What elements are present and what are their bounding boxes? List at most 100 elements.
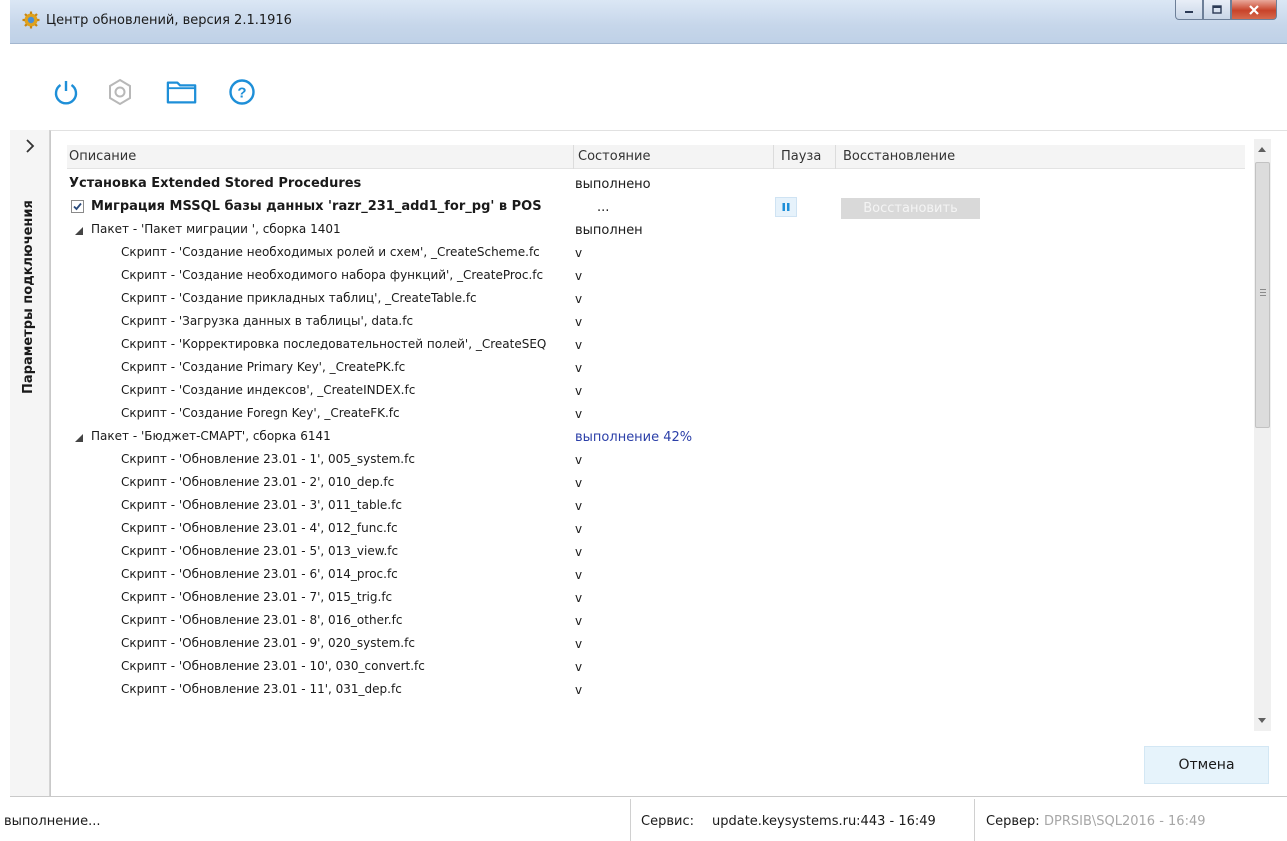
row-state: v xyxy=(575,591,583,605)
server-value: DPRSIB\SQL2016 - 16:49 xyxy=(1044,814,1206,829)
gear-icon xyxy=(109,78,131,106)
tree-row-script[interactable]: Скрипт - 'Обновление 23.01 - 11', 031_de… xyxy=(67,679,1245,702)
row-description: Скрипт - 'Создание индексов', _CreateIND… xyxy=(121,383,416,397)
migration-checkbox[interactable] xyxy=(71,200,84,213)
tree-row-script[interactable]: Скрипт - 'Обновление 23.01 - 3', 011_tab… xyxy=(67,495,1245,518)
row-description: Скрипт - 'Обновление 23.01 - 5', 013_vie… xyxy=(121,544,399,558)
row-description: Скрипт - 'Корректировка последовательнос… xyxy=(121,337,547,351)
connection-params-label: Параметры подключения xyxy=(21,200,36,394)
row-description: Скрипт - 'Создание прикладных таблиц', _… xyxy=(121,291,477,305)
tree-row-script[interactable]: Скрипт - 'Загрузка данных в таблицы', da… xyxy=(67,311,1245,334)
tree-row-package[interactable]: Пакет - 'Пакет миграции ', сборка 1401 в… xyxy=(67,219,1245,242)
status-separator xyxy=(974,799,975,841)
row-state: v xyxy=(575,384,583,398)
tree-row-task[interactable]: Установка Extended Stored Procedures вып… xyxy=(67,173,1245,196)
tree-row-script[interactable]: Скрипт - 'Обновление 23.01 - 4', 012_fun… xyxy=(67,518,1245,541)
row-description: Скрипт - 'Создание Foregn Key', _CreateF… xyxy=(121,406,400,420)
expand-triangle-icon[interactable] xyxy=(75,227,83,235)
scroll-up-arrow-icon[interactable] xyxy=(1258,147,1266,152)
row-state: v xyxy=(575,499,583,513)
tree-row-script[interactable]: Скрипт - 'Создание Foregn Key', _CreateF… xyxy=(67,403,1245,426)
tree-row-script[interactable]: Скрипт - 'Создание прикладных таблиц', _… xyxy=(67,288,1245,311)
row-state: выполнен xyxy=(575,223,643,238)
tree-row-script[interactable]: Скрипт - 'Обновление 23.01 - 6', 014_pro… xyxy=(67,564,1245,587)
scroll-down-arrow-icon[interactable] xyxy=(1258,718,1266,723)
power-icon[interactable] xyxy=(50,76,82,108)
main-content: Описание Состояние Пауза Восстановление … xyxy=(50,130,1287,796)
maximize-button[interactable] xyxy=(1203,0,1231,20)
minimize-button[interactable] xyxy=(1175,0,1203,20)
row-state: v xyxy=(575,476,583,490)
row-state-progress: выполнение 42% xyxy=(575,430,693,445)
row-description: Миграция MSSQL базы данных 'razr_231_add… xyxy=(91,199,542,214)
row-description: Скрипт - 'Обновление 23.01 - 2', 010_dep… xyxy=(121,475,395,489)
tree-row-script[interactable]: Скрипт - 'Корректировка последовательнос… xyxy=(67,334,1245,357)
cancel-button[interactable]: Отмена xyxy=(1144,746,1269,784)
help-icon[interactable]: ? xyxy=(226,76,258,108)
tree-row-script[interactable]: Скрипт - 'Создание индексов', _CreateIND… xyxy=(67,380,1245,403)
grid-header: Описание Состояние Пауза Восстановление xyxy=(67,145,1245,169)
tree-row-script[interactable]: Скрипт - 'Обновление 23.01 - 9', 020_sys… xyxy=(67,633,1245,656)
row-state: v xyxy=(575,522,583,536)
title-bar: Центр обновлений, версия 2.1.1916 xyxy=(10,0,1287,44)
tree-row-script[interactable]: Скрипт - 'Создание необходимого набора ф… xyxy=(67,265,1245,288)
row-description: Скрипт - 'Обновление 23.01 - 9', 020_sys… xyxy=(121,636,415,650)
checkmark-icon xyxy=(73,202,82,211)
row-state: v xyxy=(575,683,583,697)
connection-params-panel[interactable]: Параметры подключения xyxy=(10,130,50,796)
settings-gear-icon[interactable] xyxy=(104,76,136,108)
service-label: Сервис: xyxy=(641,814,694,829)
column-state[interactable]: Состояние xyxy=(578,149,650,164)
column-separator xyxy=(573,145,574,169)
tree-row-script[interactable]: Скрипт - 'Обновление 23.01 - 7', 015_tri… xyxy=(67,587,1245,610)
close-button[interactable] xyxy=(1231,0,1277,20)
row-description: Скрипт - 'Обновление 23.01 - 3', 011_tab… xyxy=(121,498,402,512)
row-state: v xyxy=(575,246,583,260)
tree-row-migration[interactable]: Миграция MSSQL базы данных 'razr_231_add… xyxy=(67,196,1245,219)
tree-row-package[interactable]: Пакет - 'Бюджет-СМАРТ', сборка 6141 выпо… xyxy=(67,426,1245,449)
folder-icon[interactable] xyxy=(166,76,198,108)
window-title: Центр обновлений, версия 2.1.1916 xyxy=(46,13,292,28)
row-state: v xyxy=(575,292,583,306)
tree-row-script[interactable]: Скрипт - 'Создание необходимых ролей и с… xyxy=(67,242,1245,265)
open-folder-icon xyxy=(166,81,197,104)
row-state: v xyxy=(575,269,583,283)
row-state: v xyxy=(575,453,583,467)
row-description: Скрипт - 'Обновление 23.01 - 8', 016_oth… xyxy=(121,613,403,627)
server-label: Сервер: xyxy=(986,814,1040,829)
row-state: v xyxy=(575,361,583,375)
question-icon: ? xyxy=(229,79,255,105)
tree-row-script[interactable]: Скрипт - 'Обновление 23.01 - 10', 030_co… xyxy=(67,656,1245,679)
thumb-grip xyxy=(1260,295,1266,296)
expand-triangle-icon[interactable] xyxy=(75,434,83,442)
thumb-grip xyxy=(1260,292,1266,293)
tree-row-script[interactable]: Скрипт - 'Обновление 23.01 - 8', 016_oth… xyxy=(67,610,1245,633)
column-restore[interactable]: Восстановление xyxy=(843,149,955,164)
update-center-window: Центр обновлений, версия 2.1.1916 ? Пара… xyxy=(4,0,1287,841)
column-pause[interactable]: Пауза xyxy=(781,149,821,164)
toolbar: ? xyxy=(10,44,1287,130)
chevron-right-icon[interactable] xyxy=(24,138,36,154)
pause-button[interactable] xyxy=(775,197,797,217)
thumb-grip xyxy=(1260,289,1266,290)
restore-button[interactable]: Восстановить xyxy=(841,198,980,219)
column-separator xyxy=(773,145,774,169)
maximize-icon xyxy=(1212,5,1222,14)
svg-text:?: ? xyxy=(237,85,246,102)
row-description: Скрипт - 'Загрузка данных в таблицы', da… xyxy=(121,314,414,328)
status-bar: выполнение... Сервис: update.keysystems.… xyxy=(4,796,1287,841)
row-state: ... xyxy=(597,200,610,215)
column-description[interactable]: Описание xyxy=(69,149,136,164)
pause-icon xyxy=(782,203,790,211)
power-icon-svg xyxy=(54,81,78,105)
tree-row-script[interactable]: Скрипт - 'Обновление 23.01 - 5', 013_vie… xyxy=(67,541,1245,564)
vertical-scrollbar[interactable] xyxy=(1254,139,1271,731)
scroll-thumb[interactable] xyxy=(1255,162,1270,428)
row-state: v xyxy=(575,614,583,628)
row-description: Скрипт - 'Создание необходимого набора ф… xyxy=(121,268,544,282)
tree-row-script[interactable]: Скрипт - 'Обновление 23.01 - 1', 005_sys… xyxy=(67,449,1245,472)
row-state: v xyxy=(575,568,583,582)
tree-row-script[interactable]: Скрипт - 'Создание Primary Key', _Create… xyxy=(67,357,1245,380)
tree-row-script[interactable]: Скрипт - 'Обновление 23.01 - 2', 010_dep… xyxy=(67,472,1245,495)
row-description: Скрипт - 'Обновление 23.01 - 7', 015_tri… xyxy=(121,590,393,604)
